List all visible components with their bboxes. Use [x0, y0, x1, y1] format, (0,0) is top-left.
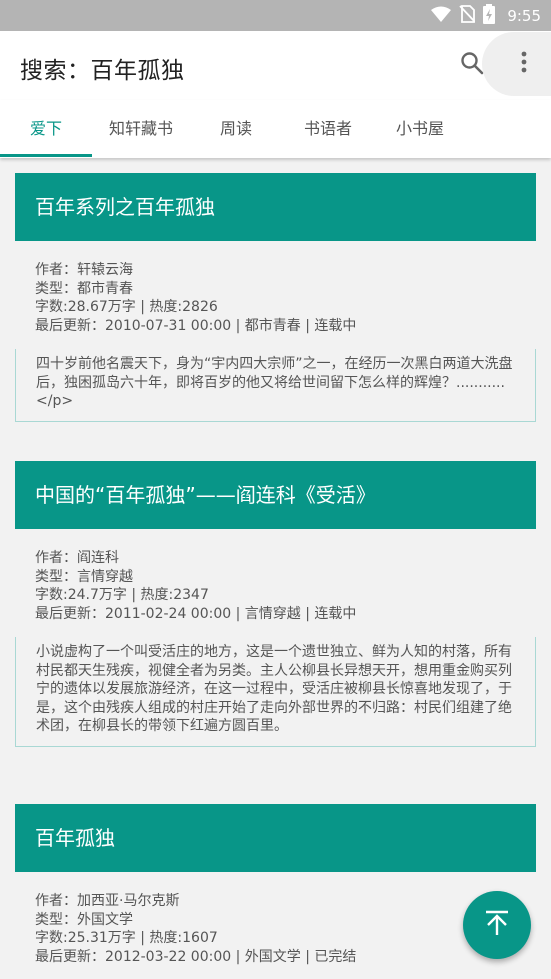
wifi-icon [431, 6, 452, 26]
book-updated: 最后更新：2010-07-31 00:00 | 都市青春 | 连载中 [35, 317, 357, 334]
search-results-list[interactable]: 百年系列之百年孤独 作者：轩辕云海 类型：都市青春 字数:28.67万字 | 热… [0, 158, 551, 979]
book-card[interactable]: 中国的“百年孤独”——阎连科《受活》 作者：阎连科 类型：言情穿越 字数:24.… [15, 461, 536, 747]
tab-indicator [0, 154, 92, 157]
book-updated: 最后更新：2011-02-24 00:00 | 言情穿越 | 连载中 [35, 605, 357, 622]
book-description: 小说虚构了一个叫受活庄的地方，这是一个遗世独立、鲜为人知的村落，所有村民都天生残… [15, 637, 536, 747]
book-author: 作者：轩辕云海 [35, 262, 133, 278]
book-stats: 字数:25.31万字 | 热度:1607 [35, 930, 218, 946]
scroll-to-top-icon [485, 910, 509, 940]
tab-aixia[interactable]: 爱下 [0, 100, 92, 158]
status-bar: 9:55 [0, 0, 551, 31]
tab-zhixuan[interactable]: 知轩藏书 [92, 100, 190, 158]
status-icons: 9:55 [431, 4, 541, 28]
book-stats: 字数:24.7万字 | 热度:2347 [35, 587, 209, 603]
book-card[interactable]: 百年孤独 作者：加西亚·马尔克斯 类型：外国文学 字数:25.31万字 | 热度… [15, 804, 536, 966]
book-description: 四十岁前他名震天下，身为“宇内四大宗师”之一，在经历一次黑白两道大洗盘后，独困孤… [15, 349, 536, 422]
book-title[interactable]: 百年系列之百年孤独 [15, 173, 536, 241]
book-type: 类型：言情穿越 [35, 568, 133, 585]
page-title: 搜索：百年孤独 [20, 58, 185, 84]
tab-shuyuzhe[interactable]: 书语者 [282, 100, 374, 158]
book-author: 作者：阎连科 [35, 550, 119, 566]
tab-xiaoshuwu[interactable]: 小书屋 [374, 100, 466, 158]
book-type: 类型：外国文学 [35, 911, 133, 928]
book-updated: 最后更新：2012-03-22 00:00 | 外国文学 | 已完结 [35, 948, 357, 965]
app-bar: 搜索：百年孤独 [0, 31, 551, 100]
more-options-button[interactable] [482, 32, 551, 96]
search-icon [460, 51, 484, 79]
battery-charging-icon [483, 4, 496, 28]
tab-zhoudu[interactable]: 周读 [190, 100, 282, 158]
book-meta: 作者：阎连科 类型：言情穿越 字数:24.7万字 | 热度:2347 最后更新：… [15, 529, 536, 623]
book-title[interactable]: 中国的“百年孤独”——阎连科《受活》 [15, 461, 536, 529]
book-author: 作者：加西亚·马尔克斯 [35, 893, 180, 909]
book-card[interactable]: 百年系列之百年孤独 作者：轩辕云海 类型：都市青春 字数:28.67万字 | 热… [15, 173, 536, 422]
book-type: 类型：都市青春 [35, 280, 133, 297]
book-meta: 作者：轩辕云海 类型：都市青春 字数:28.67万字 | 热度:2826 最后更… [15, 241, 536, 335]
scroll-to-top-button[interactable] [463, 891, 531, 959]
status-time: 9:55 [507, 7, 541, 25]
source-tabs: 爱下 知轩藏书 周读 书语者 小书屋 [0, 100, 551, 158]
no-sim-icon [459, 5, 476, 27]
book-title[interactable]: 百年孤独 [15, 804, 536, 872]
book-meta: 作者：加西亚·马尔克斯 类型：外国文学 字数:25.31万字 | 热度:1607… [15, 872, 536, 966]
more-vert-icon [512, 50, 536, 78]
book-stats: 字数:28.67万字 | 热度:2826 [35, 299, 218, 315]
